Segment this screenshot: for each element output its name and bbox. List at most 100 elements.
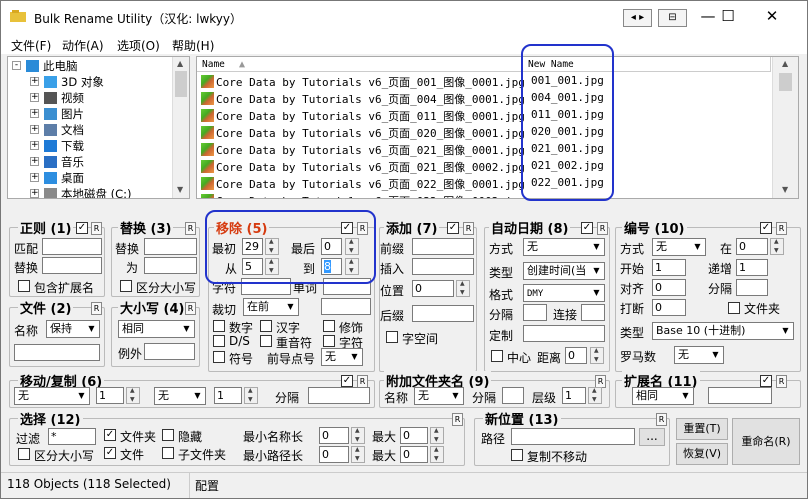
newloc-path-input[interactable] [511,428,635,445]
file-row[interactable]: Core Data by Tutorials v6_页面_001_图像_0001… [201,74,525,91]
layout-button[interactable]: ⊟ [658,9,687,27]
move-enable-checkbox[interactable]: ✓ [341,375,353,387]
file-row[interactable]: Core Data by Tutorials v6_页面_021_图像_0002… [201,159,525,176]
revert-button[interactable]: 恢复(V) [676,443,728,465]
ext-enable-checkbox[interactable]: ✓ [760,375,772,387]
autodate-custom-input[interactable] [523,325,605,342]
numbering-break-input[interactable]: 0 [652,299,686,316]
select-minpath-spinner[interactable] [351,446,365,463]
expand-icon[interactable]: + [30,141,39,150]
add-pos-input[interactable]: 0 [412,280,454,297]
add-reset-button[interactable]: R [463,222,474,235]
tree-item[interactable]: + 音乐 [30,154,84,170]
select-minpath-input[interactable]: 0 [319,446,349,463]
regex-ext-checkbox[interactable] [18,280,30,292]
autodate-offset-spinner[interactable] [590,347,604,364]
regex-reset-button[interactable]: R [91,222,102,235]
scroll-thumb[interactable] [779,73,792,91]
nav-arrows-button[interactable]: ◂ ▸ [623,9,652,27]
folder-tree[interactable]: - 此电脑 +3D 对象 + 视频 + 图片 + 文档 + 下载 + 音乐 + 桌面 + 本地磁盘 (C:) ▲ ▼ [7,56,190,199]
numbering-sep-input[interactable] [736,279,768,296]
numbering-roman-select[interactable]: 无 ▼ [674,346,724,364]
remove-chars2-checkbox[interactable] [323,335,335,347]
remove-high-checkbox[interactable] [260,320,272,332]
scroll-down-icon[interactable]: ▼ [177,185,183,194]
file-row[interactable]: Core Data by Tutorials v6_页面_022_图像_0001… [201,176,525,193]
menu-actions[interactable]: 动作(A) [62,37,104,54]
select-reset-button[interactable]: R [452,413,463,426]
menu-file[interactable]: 文件(F) [11,37,51,54]
folder-name-select[interactable]: 无 ▼ [414,387,464,405]
menu-help[interactable]: 帮助(H) [172,37,214,54]
select-hidden-checkbox[interactable] [162,429,174,441]
remove-trim-checkbox[interactable] [323,320,335,332]
scroll-down-icon[interactable]: ▼ [782,185,788,194]
replace-reset-button[interactable]: R [185,222,196,235]
remove-lead-select[interactable]: 无 ▼ [321,348,363,366]
remove-crop-select[interactable]: 在前 ▼ [243,298,299,316]
numbering-type-select[interactable]: Base 10 (十进制) ▼ [652,322,794,340]
remove-crop-input[interactable] [321,298,371,315]
reset-button[interactable]: 重置(T) [676,418,728,440]
tree-item[interactable]: + 视频 [30,90,84,106]
expand-icon[interactable]: + [30,77,39,86]
remove-sym-checkbox[interactable] [213,351,225,363]
file-row[interactable]: Core Data by Tutorials v6_页面_022_图像_0002… [201,193,525,198]
replace-case-checkbox[interactable] [120,280,132,292]
tree-item[interactable]: +3D 对象 [30,74,104,90]
expand-icon[interactable]: + [30,189,39,198]
autodate-enable-checkbox[interactable]: ✓ [581,222,593,234]
remove-accent-checkbox[interactable] [260,335,272,347]
case-except-input[interactable] [144,343,195,360]
move-target-spinner[interactable] [244,387,258,404]
numbering-enable-checkbox[interactable]: ✓ [760,222,772,234]
case-reset-button[interactable]: R [185,302,196,315]
numbering-at-spinner[interactable] [770,238,784,255]
numbering-start-input[interactable]: 1 [652,259,686,276]
file-name-select[interactable]: 保持 ▼ [46,320,100,338]
tree-item[interactable]: + 本地磁盘 (C:) [30,186,132,198]
add-wsep-checkbox[interactable] [386,331,398,343]
numbering-reset-button[interactable]: R [776,222,787,235]
ext-select[interactable]: 相同 ▼ [632,387,694,405]
select-max1-input[interactable]: 0 [400,427,428,444]
autodate-con-input[interactable] [581,304,605,321]
add-pos-spinner[interactable] [456,280,470,297]
add-suffix-input[interactable] [412,305,474,322]
file-reset-button[interactable]: R [91,302,102,315]
numbering-incr-input[interactable]: 1 [736,259,768,276]
regex-replace-input[interactable] [42,257,102,274]
add-enable-checkbox[interactable]: ✓ [447,222,459,234]
numbering-folder-checkbox[interactable] [728,302,740,314]
autodate-offset-input[interactable]: 0 [565,347,587,364]
autodate-fmt-select[interactable]: DMY ▼ [523,284,605,302]
file-row[interactable]: Core Data by Tutorials v6_页面_021_图像_0001… [201,142,525,159]
file-row[interactable]: Core Data by Tutorials v6_页面_020_图像_0001… [201,125,525,142]
numbering-at-input[interactable]: 0 [736,238,768,255]
select-minname-input[interactable]: 0 [319,427,349,444]
minimize-button[interactable]: — [698,7,718,25]
folder-sep-input[interactable] [502,387,524,404]
select-filter-input[interactable]: * [48,428,96,445]
file-name-input[interactable] [14,344,100,361]
select-max2-input[interactable]: 0 [400,446,428,463]
select-max2-spinner[interactable] [430,446,444,463]
scroll-up-icon[interactable]: ▲ [782,59,788,68]
select-minname-spinner[interactable] [351,427,365,444]
close-button[interactable]: ✕ [762,7,782,25]
move-target-input[interactable]: 1 [214,387,242,404]
add-prefix-input[interactable] [412,238,474,255]
remove-ds-checkbox[interactable] [213,335,225,347]
scroll-thumb[interactable] [175,71,187,97]
newloc-reset-button[interactable]: R [656,413,667,426]
move-sep-input[interactable] [308,387,370,404]
newloc-copy-checkbox[interactable] [511,449,523,461]
remove-digits-checkbox[interactable] [213,320,225,332]
tree-item[interactable]: - 此电脑 [12,58,78,74]
expand-icon[interactable]: + [30,109,39,118]
rename-button[interactable]: 重命名(R) [732,418,800,465]
numbering-pad-input[interactable]: 0 [652,279,686,296]
select-files-checkbox[interactable]: ✓ [104,447,116,459]
expand-icon[interactable]: + [30,157,39,166]
expand-icon[interactable]: + [30,125,39,134]
